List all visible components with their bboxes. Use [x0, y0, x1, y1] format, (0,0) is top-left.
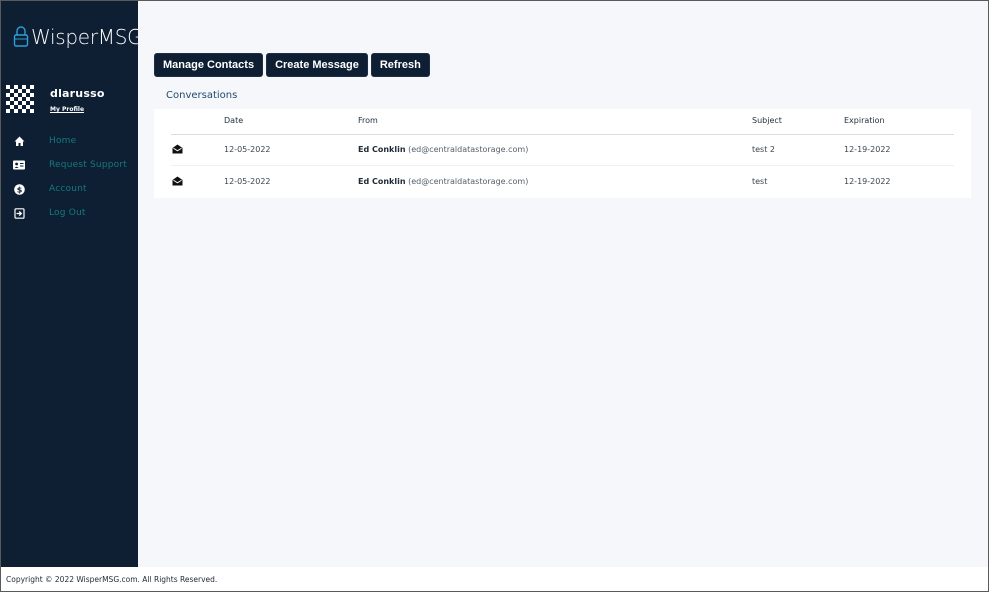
- my-profile-link[interactable]: My Profile: [50, 106, 105, 113]
- envelope-open-icon: [172, 176, 183, 188]
- column-header-date[interactable]: Date: [224, 116, 243, 125]
- sidebar-item-account[interactable]: $ Account: [1, 177, 138, 201]
- toolbar: Manage Contacts Create Message Refresh: [154, 53, 430, 77]
- row-date: 12-05-2022: [224, 177, 271, 186]
- username: dlarusso: [50, 87, 105, 100]
- dollar-coin-icon: $: [13, 183, 25, 195]
- sender-email: (ed@centraldatastorage.com): [408, 145, 529, 154]
- lock-icon: [13, 26, 29, 47]
- sidebar-item-log-out[interactable]: Log Out: [1, 201, 138, 225]
- sender-name: Ed Conklin: [358, 145, 406, 154]
- envelope-open-icon: [172, 144, 183, 156]
- create-message-button[interactable]: Create Message: [266, 53, 368, 77]
- footer: Copyright © 2022 WisperMSG.com. All Righ…: [1, 567, 988, 591]
- sidebar-nav: Home Request Support $ Account Log Out: [1, 129, 138, 225]
- column-header-subject[interactable]: Subject: [752, 116, 782, 125]
- app-logo[interactable]: WisperMSG: [13, 25, 143, 49]
- row-from: Ed Conklin (ed@centraldatastorage.com): [358, 145, 528, 154]
- logout-icon: [13, 207, 25, 219]
- logo-text: WisperMSG: [31, 25, 143, 49]
- sidebar-item-label: Log Out: [49, 208, 86, 218]
- sidebar-item-label: Account: [49, 184, 87, 194]
- sidebar: WisperMSG dlarusso My Profile Home Reque…: [1, 1, 143, 567]
- copyright-text: Copyright © 2022 WisperMSG.com. All Righ…: [6, 574, 218, 584]
- row-subject: test 2: [752, 145, 775, 154]
- row-expiration: 12-19-2022: [844, 145, 891, 154]
- sidebar-item-home[interactable]: Home: [1, 129, 138, 153]
- row-expiration: 12-19-2022: [844, 177, 891, 186]
- row-subject: test: [752, 177, 768, 186]
- conversations-table: Date From Subject Expiration 12-05-2022 …: [154, 109, 971, 198]
- main-content: Manage Contacts Create Message Refresh C…: [138, 1, 988, 567]
- contact-card-icon: [13, 159, 25, 171]
- row-from: Ed Conklin (ed@centraldatastorage.com): [358, 177, 528, 186]
- table-row[interactable]: 12-05-2022 Ed Conklin (ed@centraldatasto…: [171, 135, 954, 166]
- home-icon: [13, 135, 25, 147]
- sidebar-item-request-support[interactable]: Request Support: [1, 153, 138, 177]
- manage-contacts-button[interactable]: Manage Contacts: [154, 53, 264, 77]
- user-block: dlarusso My Profile: [6, 85, 105, 113]
- sidebar-item-label: Request Support: [49, 160, 127, 170]
- avatar[interactable]: [6, 85, 34, 113]
- column-header-expiration[interactable]: Expiration: [844, 116, 885, 125]
- refresh-button[interactable]: Refresh: [370, 53, 430, 77]
- column-header-from[interactable]: From: [358, 116, 378, 125]
- sender-name: Ed Conklin: [358, 177, 406, 186]
- table-row[interactable]: 12-05-2022 Ed Conklin (ed@centraldatasto…: [171, 167, 954, 198]
- table-header: Date From Subject Expiration: [171, 109, 954, 135]
- svg-text:$: $: [16, 185, 22, 194]
- conversations-title: Conversations: [166, 90, 238, 101]
- sender-email: (ed@centraldatastorage.com): [408, 177, 529, 186]
- sidebar-item-label: Home: [49, 136, 77, 146]
- row-date: 12-05-2022: [224, 145, 271, 154]
